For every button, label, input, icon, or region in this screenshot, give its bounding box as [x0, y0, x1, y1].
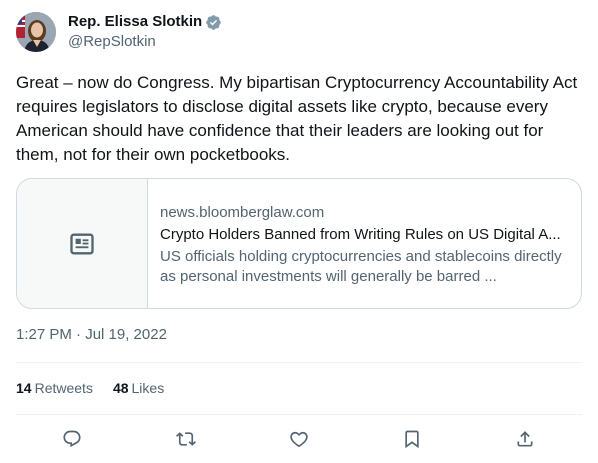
verified-badge-icon [205, 14, 222, 31]
author-handle[interactable]: @RepSlotkin [68, 32, 156, 52]
reply-button[interactable] [59, 426, 85, 452]
likes-count: 48 [112, 380, 129, 396]
author-name-row[interactable]: Rep. Elissa Slotkin [68, 12, 222, 32]
divider [16, 414, 582, 415]
action-bar [16, 424, 582, 454]
link-preview-card[interactable]: news.bloomberglaw.com Crypto Holders Ban… [16, 178, 582, 309]
card-thumbnail [17, 179, 148, 308]
card-body: news.bloomberglaw.com Crypto Holders Ban… [148, 179, 581, 308]
retweet-button[interactable] [173, 426, 199, 452]
card-domain: news.bloomberglaw.com [160, 204, 325, 221]
likes-stat[interactable]: 48 Likes [113, 378, 164, 398]
author-name[interactable]: Rep. Elissa Slotkin [68, 12, 202, 32]
reply-icon [63, 430, 81, 448]
card-title: Crypto Holders Banned from Writing Rules… [160, 226, 561, 243]
retweet-icon [176, 432, 196, 446]
retweets-count: 14 [16, 380, 32, 396]
share-button[interactable] [512, 426, 538, 452]
newspaper-icon [70, 233, 94, 254]
divider [16, 362, 582, 363]
avatar-image [16, 12, 56, 52]
bookmark-icon [405, 430, 419, 449]
retweets-stat[interactable]: 14 Retweets [16, 378, 93, 398]
like-icon [290, 431, 308, 448]
card-description: US officials holding cryptocurrencies an… [160, 248, 562, 285]
engagement-stats: 14 Retweets 48 Likes [16, 378, 164, 398]
like-button[interactable] [286, 426, 312, 452]
avatar[interactable] [16, 12, 56, 52]
bookmark-button[interactable] [399, 426, 425, 452]
share-icon [517, 431, 533, 447]
likes-label: Likes [131, 380, 165, 396]
tweet-timestamp[interactable]: 1:27 PM · Jul 19, 2022 [16, 325, 167, 345]
retweets-label: Retweets [34, 380, 93, 396]
tweet-text: Great – now do Congress. My bipartisan C… [16, 73, 578, 164]
